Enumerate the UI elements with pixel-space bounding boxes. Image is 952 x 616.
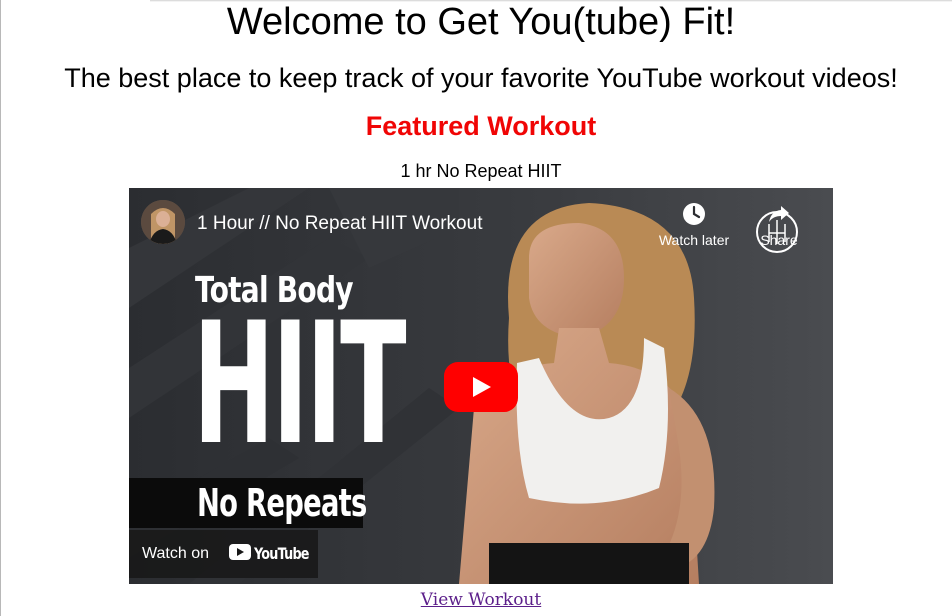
video-title[interactable]: 1 Hour // No Repeat HIIT Workout [197, 212, 482, 236]
featured-heading: Featured Workout [365, 111, 597, 141]
watch-later-label: Watch later [658, 232, 730, 248]
featured-workout-name: 1 hr No Repeat HIIT [400, 161, 562, 181]
page-title: Welcome to Get You(tube) Fit! [226, 1, 736, 43]
youtube-embed-player[interactable]: 1 Hour // No Repeat HIIT Workout Watch l… [129, 188, 833, 584]
watch-on-label: Watch on [142, 545, 209, 562]
watermark-icon [756, 211, 798, 253]
view-workout-container: View Workout [0, 589, 952, 611]
play-button[interactable] [444, 362, 518, 412]
play-icon [473, 377, 491, 397]
share-button[interactable]: Share [751, 202, 807, 253]
watch-later-button[interactable]: Watch later [649, 202, 739, 248]
youtube-wordmark: YouTube [254, 544, 309, 563]
thumbnail-text-hiit: HIIT [193, 286, 407, 482]
channel-avatar[interactable] [141, 200, 185, 244]
youtube-logo-icon [229, 544, 251, 560]
watch-on-youtube-button[interactable]: Watch on YouTube [129, 530, 318, 578]
clock-icon [683, 203, 705, 225]
page-tagline: The best place to keep track of your fav… [64, 63, 898, 93]
view-workout-link[interactable]: View Workout [421, 590, 541, 610]
thumbnail-text-no-repeats: No Repeats [197, 481, 367, 525]
